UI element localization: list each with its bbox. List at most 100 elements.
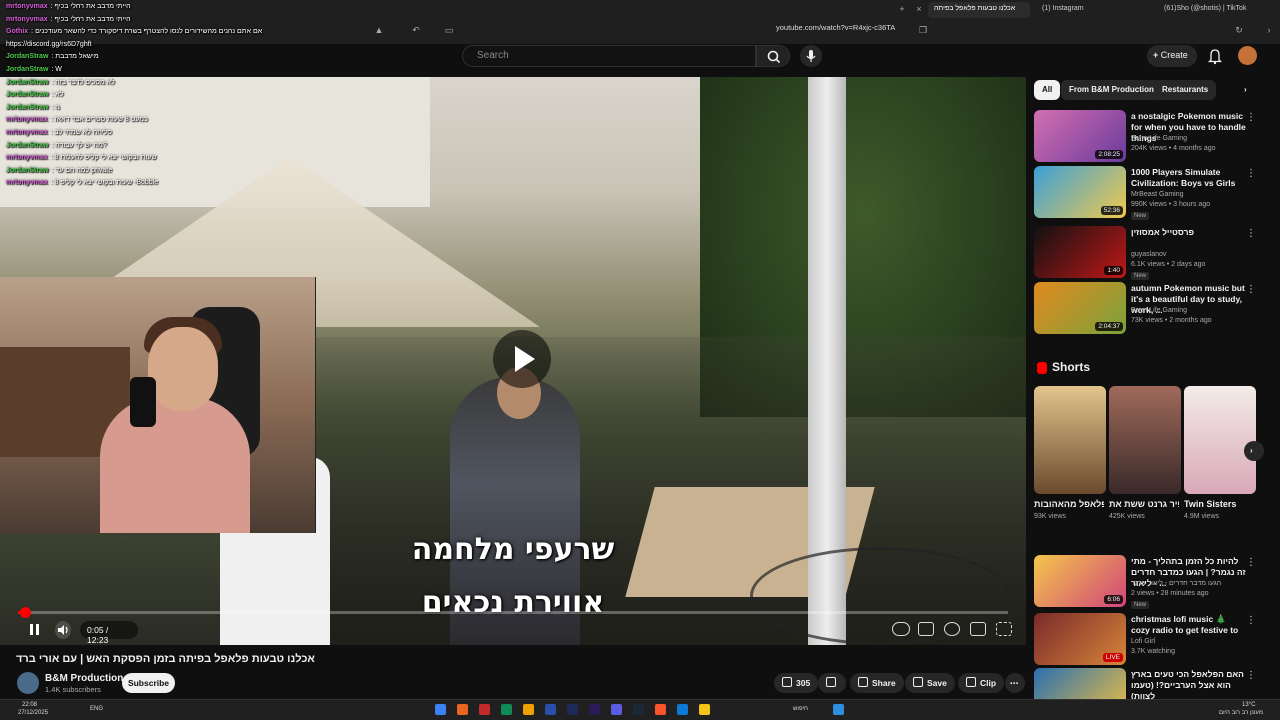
- app-icon[interactable]: [457, 704, 468, 715]
- channel-name[interactable]: B&M Production: [45, 673, 123, 684]
- video-thumbnail[interactable]: 2:04:37: [1034, 282, 1126, 334]
- app-icon[interactable]: [523, 704, 534, 715]
- chip-all[interactable]: All: [1034, 80, 1061, 100]
- address-bar[interactable]: youtube.com/watch?v=R4xjc-c36TA: [776, 23, 911, 37]
- short-views: 425K views: [1109, 513, 1145, 520]
- video-thumbnail[interactable]: 52:36: [1034, 166, 1126, 218]
- recommendation-card[interactable]: 52:36 1000 Players Simulate Civilization:…: [1034, 166, 1264, 220]
- screen-icon[interactable]: ▭: [442, 23, 456, 37]
- app-icon[interactable]: [589, 704, 600, 715]
- search-input[interactable]: Search: [462, 45, 756, 67]
- forward-icon[interactable]: ›: [1262, 23, 1276, 37]
- alert-icon[interactable]: ▲: [372, 23, 386, 37]
- voice-search-button[interactable]: [800, 45, 822, 67]
- folder-icon[interactable]: [699, 704, 710, 715]
- avatar[interactable]: [1238, 46, 1257, 65]
- create-button[interactable]: + Create: [1147, 45, 1197, 67]
- language-indicator[interactable]: ENG: [90, 706, 103, 712]
- clip-button[interactable]: Clip: [958, 673, 1005, 693]
- taskbar-search[interactable]: חיפוש: [793, 706, 808, 712]
- bookmark-icon[interactable]: ❒: [916, 23, 930, 37]
- duration-badge: 2:04:37: [1095, 322, 1123, 331]
- progress-bar[interactable]: [18, 607, 1008, 618]
- settings-icon[interactable]: [944, 622, 960, 636]
- new-tab-icon[interactable]: +: [895, 2, 909, 16]
- video-thumbnail[interactable]: 1:40: [1034, 226, 1126, 278]
- more-options-icon[interactable]: ⋮: [1246, 228, 1256, 239]
- app-icon[interactable]: [633, 704, 644, 715]
- chip-from-channel[interactable]: From B&M Production: [1061, 80, 1162, 100]
- recommendation-title[interactable]: פרסטייל אמסוזין: [1131, 227, 1246, 238]
- pause-button[interactable]: [27, 621, 41, 639]
- recommendation-card[interactable]: LIVE christmas lofi music 🎄 cozy radio to…: [1034, 613, 1264, 665]
- more-options-icon[interactable]: ⋮: [1246, 615, 1256, 626]
- channel-avatar[interactable]: [17, 672, 39, 694]
- tab-tiktok[interactable]: (61)Sho (@shotis) | TikTok: [1158, 2, 1258, 18]
- windows-start-icon[interactable]: [833, 704, 844, 715]
- save-button[interactable]: Save: [905, 673, 955, 693]
- more-actions-button[interactable]: ⋯: [1005, 673, 1025, 693]
- reload-icon[interactable]: ↻: [1232, 23, 1246, 37]
- recommendation-channel[interactable]: Farm Life Gaming: [1131, 307, 1187, 314]
- app-icon[interactable]: [611, 704, 622, 715]
- fullscreen-icon[interactable]: [996, 622, 1012, 636]
- app-icon[interactable]: [677, 704, 688, 715]
- back-icon[interactable]: ↶: [409, 23, 423, 37]
- short-thumbnail[interactable]: [1184, 386, 1256, 494]
- short-title[interactable]: Twin Sisters: [1184, 499, 1254, 509]
- app-icon[interactable]: [655, 704, 666, 715]
- recommendation-card[interactable]: 2:08:25 a nostalgic Pokemon music for whe…: [1034, 110, 1264, 162]
- more-options-icon[interactable]: ⋮: [1246, 284, 1256, 295]
- short-thumbnail[interactable]: [1034, 386, 1106, 494]
- recommendation-channel[interactable]: הגעו מדבר חדרים - ליאור ברנר: [1131, 580, 1221, 587]
- time-display: 0:05 / 12:23: [80, 621, 138, 645]
- share-button[interactable]: Share: [850, 673, 904, 693]
- miniplayer-icon[interactable]: [970, 622, 986, 636]
- autoplay-toggle[interactable]: [892, 622, 910, 636]
- video-thumbnail[interactable]: 6:06: [1034, 555, 1126, 607]
- tab-instagram[interactable]: (1) Instagram: [1036, 2, 1136, 18]
- search-button[interactable]: [756, 45, 790, 67]
- chips-next-icon[interactable]: ›: [1236, 80, 1255, 100]
- short-title[interactable]: הפלאפל מהאהובות: [1034, 499, 1104, 509]
- captions-icon[interactable]: [918, 622, 934, 636]
- more-options-icon[interactable]: ⋮: [1246, 112, 1256, 123]
- dislike-button[interactable]: [818, 673, 846, 693]
- more-options-icon[interactable]: ⋮: [1246, 557, 1256, 568]
- notifications-button[interactable]: [1206, 47, 1224, 65]
- volume-button[interactable]: [55, 621, 71, 639]
- recommendation-channel[interactable]: guyaslanov: [1131, 251, 1166, 258]
- recommendation-card[interactable]: 2:04:37 autumn Pokemon music but it's a b…: [1034, 282, 1264, 334]
- chat-message: mrtonyvmax: הייתי מדבב את רחלי בכיף: [6, 3, 131, 10]
- video-thumbnail[interactable]: LIVE: [1034, 613, 1126, 665]
- app-icon[interactable]: [479, 704, 490, 715]
- chat-text: : מה יש לך עבודה?: [51, 141, 107, 149]
- play-overlay-icon[interactable]: [493, 330, 551, 388]
- scrubber-handle[interactable]: [19, 607, 31, 618]
- app-icon[interactable]: [501, 704, 512, 715]
- recommendation-channel[interactable]: Lofi Girl: [1131, 638, 1155, 645]
- short-thumbnail[interactable]: [1109, 386, 1181, 494]
- recommendation-channel[interactable]: Farm Life Gaming: [1131, 135, 1187, 142]
- more-options-icon[interactable]: ⋮: [1246, 168, 1256, 179]
- subscribe-button[interactable]: Subscribe: [122, 673, 175, 693]
- more-options-icon[interactable]: ⋮: [1246, 670, 1256, 681]
- close-icon[interactable]: ×: [912, 2, 926, 16]
- recommendation-card[interactable]: 6:06 להיות כל הזמן בתהליך - מתי זה נגמר? …: [1034, 555, 1264, 609]
- like-button[interactable]: 305: [774, 673, 819, 693]
- app-icon[interactable]: [435, 704, 446, 715]
- app-icon[interactable]: [545, 704, 556, 715]
- tab-youtube[interactable]: אכלנו טבעות פלאפל בפיתה: [928, 2, 1030, 18]
- recommendation-card[interactable]: 1:40 פרסטייל אמסוזין guyaslanov 6.1K views …: [1034, 226, 1264, 280]
- stream-chat-overlay: mrtonyvmax: הייתי מדבב את רחלי בכיף mrton…: [0, 0, 330, 280]
- shorts-next-icon[interactable]: ›: [1244, 441, 1264, 461]
- chat-text: : אם אתם נהנים מהשידורים לנסו להצטרף בשר…: [31, 28, 263, 36]
- recommendation-title[interactable]: האם הפלאפל הכי טעים בארץ הוא אצל הערביים…: [1131, 669, 1246, 702]
- recommendation-title[interactable]: christmas lofi music 🎄 cozy radio to get…: [1131, 614, 1246, 636]
- video-thumbnail[interactable]: 2:08:25: [1034, 110, 1126, 162]
- recommendation-channel[interactable]: MrBeast Gaming: [1131, 191, 1184, 198]
- short-title[interactable]: אפיר גרנט ששת את: [1109, 499, 1179, 509]
- chip-restaurants[interactable]: Restaurants: [1154, 80, 1217, 100]
- recommendation-title[interactable]: 1000 Players Simulate Civilization: Boys…: [1131, 167, 1246, 189]
- app-icon[interactable]: [567, 704, 578, 715]
